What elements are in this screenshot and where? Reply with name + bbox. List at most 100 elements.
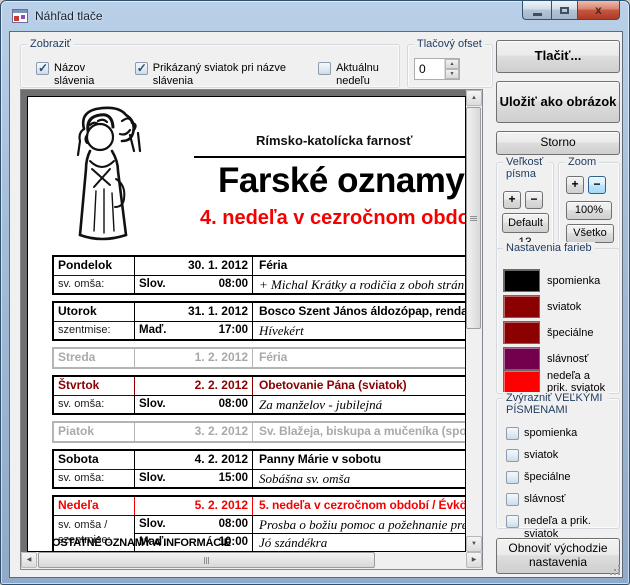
color-row-nede-a-a-prik-sviatok: nedeľa a prik. sviatok	[503, 370, 613, 394]
print-preview-window: Náhľad tlače x Zobraziť Názov sláveniaPr…	[0, 0, 630, 585]
day-block-pondelok: Pondelok30. 1. 2012Fériasv. omša:Slov.08…	[52, 255, 466, 295]
zoom-out-button[interactable]: −	[588, 176, 606, 194]
reset-defaults-button[interactable]: Obnoviť východzie nastavenia	[496, 538, 620, 574]
print-offset-spinner: 0 ▲ ▼	[414, 58, 460, 80]
scroll-left-button[interactable]: ◀	[21, 552, 37, 568]
uppercase-checkbox-sviatok[interactable]: sviatok	[506, 449, 614, 462]
cell-day: Sobota	[54, 451, 134, 469]
color-settings-caption: Nastavenia farieb	[503, 242, 595, 254]
down-arrow-icon: ▼	[471, 541, 477, 547]
other-announcements-heading: OSTATNÉ OZNAMY A INFORMÁCIE	[52, 537, 231, 549]
color-swatch-nede-a-a-prik-sviatok[interactable]	[503, 370, 540, 393]
maximize-button[interactable]	[551, 1, 578, 20]
close-button[interactable]: x	[578, 1, 620, 20]
color-swatch-spomienka[interactable]	[503, 269, 540, 292]
checkbox-label: Názov slávenia	[54, 62, 113, 88]
offset-up-button[interactable]: ▲	[445, 59, 459, 69]
checkbox-icon[interactable]	[506, 449, 519, 462]
font-size-increase-button[interactable]: +	[503, 191, 521, 209]
checkbox-icon[interactable]	[135, 62, 148, 75]
checkbox-icon[interactable]	[36, 62, 49, 75]
zoom-caption: Zoom	[565, 156, 599, 168]
uppercase-checkbox-spomienka[interactable]: spomienka	[506, 427, 614, 440]
font-size-decrease-button[interactable]: −	[525, 191, 543, 209]
zoom-100-button[interactable]: 100%	[566, 201, 612, 220]
up-arrow-icon: ▲	[450, 62, 455, 67]
cell-title: Féria	[252, 349, 466, 367]
checkbox-label: slávnosť	[524, 493, 565, 506]
thumb-grip-icon	[204, 557, 209, 564]
client-area: Zobraziť Názov sláveniaPrikázaný sviatok…	[9, 31, 623, 578]
horizontal-scrollbar[interactable]: ◀ ▶	[21, 552, 482, 569]
uppercase-caption: Zvýrazniť VEĽKÝMI PÍSMENAMI	[503, 392, 609, 416]
resize-grip[interactable]	[610, 565, 620, 575]
cell-title: Obetovanie Pána (sviatok)	[252, 377, 466, 395]
day-block-tvrtok: Štvrtok2. 2. 2012Obetovanie Pána (sviato…	[52, 375, 466, 415]
font-size-group: Veľkosť písma + − Default 13	[496, 162, 554, 250]
color-label: spomienka	[547, 275, 613, 287]
scroll-up-button[interactable]: ▲	[466, 90, 482, 106]
checkbox-label: špeciálne	[524, 471, 570, 484]
color-swatch-sviatok[interactable]	[503, 295, 540, 318]
cell-intention: + Michal Krátky a rodičia z oboh strán	[252, 275, 466, 293]
cell-title: Panny Márie v sobotu	[252, 451, 466, 469]
cell-day: Streda	[54, 349, 134, 367]
zoom-in-button[interactable]: +	[566, 176, 584, 194]
offset-input[interactable]: 0	[415, 59, 444, 79]
day-blocks: Pondelok30. 1. 2012Fériasv. omša:Slov.08…	[52, 255, 466, 552]
color-label: slávnosť	[547, 353, 613, 365]
color-swatch-peci-lne[interactable]	[503, 321, 540, 344]
checkbox-icon[interactable]	[506, 493, 519, 506]
preview-page: Rímsko-katolícka farnosť Farské oznamy 4…	[27, 96, 466, 552]
cell-day: Piatok	[54, 423, 134, 441]
color-settings-group: Nastavenia farieb spomienkasviatokšpeciá…	[496, 248, 620, 394]
cell-title: Féria	[252, 257, 466, 275]
checkbox-icon[interactable]	[506, 515, 519, 528]
uppercase-checkbox-sl-vnos[interactable]: slávnosť	[506, 493, 614, 506]
checkbox-label: Aktuálnu nedeľu	[336, 62, 399, 88]
offset-down-button[interactable]: ▼	[445, 69, 459, 79]
print-button[interactable]: Tlačiť...	[496, 40, 620, 73]
font-size-default-button[interactable]: Default	[502, 213, 549, 233]
color-swatch-sl-vnos[interactable]	[503, 347, 540, 370]
minimize-icon	[533, 13, 542, 16]
horizontal-scroll-thumb[interactable]	[38, 552, 375, 568]
color-label: špeciálne	[547, 327, 613, 339]
scroll-right-button[interactable]: ▶	[466, 552, 482, 568]
checkbox-icon[interactable]	[506, 427, 519, 440]
cell-language-time: Maď.17:00	[134, 321, 252, 339]
save-as-image-button[interactable]: Uložiť ako obrázok	[496, 81, 620, 123]
color-row-spomienka: spomienka	[503, 269, 613, 292]
checkbox-label: spomienka	[524, 427, 577, 440]
day-block-streda: Streda1. 2. 2012Féria	[52, 347, 466, 369]
app-icon	[12, 9, 28, 23]
uppercase-checkbox-peci-lne[interactable]: špeciálne	[506, 471, 614, 484]
vertical-scrollbar[interactable]: ▲ ▼	[466, 90, 482, 552]
vertical-scroll-thumb[interactable]	[466, 107, 481, 329]
cell-mass-type: szentmise:	[54, 321, 134, 339]
cell-date: 4. 2. 2012	[134, 451, 252, 469]
show-checkbox-prik-zan-sviatok-pri-n-zve-sl-venia[interactable]: Prikázaný sviatok pri názve slávenia	[135, 62, 296, 88]
cancel-button[interactable]: Storno	[496, 131, 620, 155]
preview-panel: Rímsko-katolícka farnosť Farské oznamy 4…	[20, 89, 483, 570]
day-block-utorok: Utorok31. 1. 2012Bosco Szent János áldoz…	[52, 301, 466, 341]
cell-day: Pondelok	[54, 257, 134, 275]
zoom-group: Zoom + − 100% Všetko	[558, 162, 620, 250]
cell-date: 30. 1. 2012	[134, 257, 252, 275]
scroll-down-button[interactable]: ▼	[466, 536, 482, 552]
cell-date: 5. 2. 2012	[134, 497, 252, 515]
title-bar[interactable]: Náhľad tlače x	[1, 1, 629, 31]
checkbox-label: Prikázaný sviatok pri názve slávenia	[153, 62, 296, 88]
thumb-grip-icon	[470, 216, 477, 221]
show-checkbox-aktu-lnu-nede-u[interactable]: Aktuálnu nedeľu	[318, 62, 399, 88]
minimize-button[interactable]	[522, 1, 551, 20]
checkbox-icon[interactable]	[318, 62, 331, 75]
print-offset-group: Tlačový ofset 0 ▲ ▼	[407, 44, 493, 88]
show-checkbox-n-zov-sl-venia[interactable]: Názov slávenia	[36, 62, 113, 88]
cell-date: 31. 1. 2012	[134, 303, 252, 321]
zoom-all-button[interactable]: Všetko	[566, 224, 614, 243]
checkbox-icon[interactable]	[506, 471, 519, 484]
left-arrow-icon: ◀	[27, 557, 32, 563]
color-label: nedeľa a prik. sviatok	[547, 370, 613, 394]
up-arrow-icon: ▲	[471, 95, 477, 101]
